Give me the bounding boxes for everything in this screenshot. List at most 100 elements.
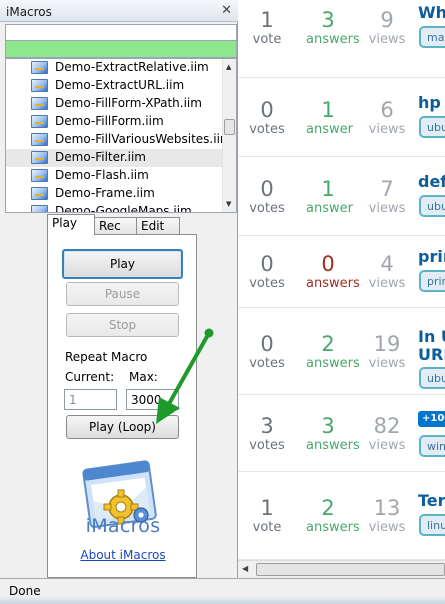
question-row[interactable]: 0votes0answers4viewsprinprin [238,236,445,308]
macro-file-name: Demo-FillForm-XPath.iim [55,96,202,110]
play-tab-page: Play Pause Stop Repeat Macro Current: Ma… [47,234,197,578]
macro-file-icon [31,205,48,212]
vote-stat-label: votes [249,355,285,371]
question-tag[interactable]: ubu [419,194,445,217]
macro-list-item[interactable]: Demo-ExtractURL.iim [6,77,224,95]
question-row[interactable]: 0votes2answers19viewsIn UURIubu [238,308,445,395]
question-title-link[interactable]: prin [418,247,445,266]
answer-stat-count: 0 [321,252,335,276]
macro-list-item[interactable]: Demo-FillForm.iim [6,113,224,131]
question-tag[interactable]: ubu [419,115,445,138]
question-row[interactable]: 1 vote 2 answers 13 views Ter linu [238,472,445,560]
vote-stat-label: votes [249,121,285,137]
macro-list-item[interactable]: Demo-Frame.iim [6,185,224,203]
view-stat: 6 views [365,98,409,138]
answer-stat-count: 1 [321,97,335,122]
pause-button[interactable]: Pause [66,282,179,306]
question-title-link[interactable]: Ter [418,491,445,510]
question-row[interactable]: 1vote3answers9viewsWhmac [238,0,445,78]
question-tag[interactable]: linu [419,514,445,536]
macro-list-item[interactable]: Demo-Filter.iim [6,149,224,167]
question-row[interactable]: 3votes3answers82views+100win [238,395,445,472]
macro-file-name: Demo-ExtractRelative.iim [55,60,209,74]
vote-stat: 3 votes [245,414,289,454]
answer-stat-label: answer [306,121,353,137]
macro-file-icon [31,151,48,164]
vote-stat-count: 1 [260,496,274,520]
vote-stat: 1 vote [245,496,289,536]
max-label: Max: [129,370,158,384]
macro-list-item[interactable]: Demo-FillVariousWebsites.iim [6,131,232,149]
vote-stat-count: 1 [260,8,274,32]
macro-file-icon [31,169,48,182]
question-tag[interactable]: win [419,434,445,457]
question-title-link-line2[interactable]: URI [418,345,445,364]
question-tag[interactable]: ubu [419,366,445,389]
vote-stat-count: 3 [260,413,274,438]
answer-stat: 2 answers [306,496,360,536]
question-row[interactable]: 0 votes 1 answer 7 views def ubu [238,157,445,236]
scroll-thumb[interactable] [224,119,235,135]
repeat-macro-heading: Repeat Macro [65,350,148,364]
view-stat: 4 views [365,252,409,292]
answer-stat: 3 answers [306,414,360,454]
app-window: iMacros ✕ Demo-ExtractRelative.iim Demo-E… [0,0,445,604]
horizontal-scroll-thumb[interactable] [256,563,445,576]
play-loop-button[interactable]: Play (Loop) [66,415,179,439]
view-stat-count: 4 [380,252,394,276]
vote-stat: 0 votes [245,332,289,372]
about-imacros-link[interactable]: About iMacros [68,548,178,562]
question-title-link[interactable]: hp [418,93,441,112]
tab-play[interactable]: Play [47,214,95,235]
answer-stat-label: answers [306,520,360,535]
question-title-link[interactable]: def [418,172,445,191]
tab-rec[interactable]: Rec [94,217,138,235]
view-stat-label: views [368,355,406,371]
view-stat: 9 views [365,8,409,48]
macro-info-field [5,24,237,41]
status-bar: Done [0,578,445,604]
imacros-logo-text: iMacros [85,515,161,537]
view-stat-count: 6 [380,97,394,122]
answer-stat-label: answers [306,355,360,371]
scroll-up-icon[interactable]: ▲ [226,63,231,71]
view-stat-count: 19 [373,331,401,356]
macro-file-name: Demo-Flash.iim [55,168,149,182]
view-stat-label: views [368,200,406,216]
vote-stat-label: votes [249,200,285,216]
play-button[interactable]: Play [62,249,183,279]
view-stat: 19 views [365,332,409,372]
imacros-sidebar: iMacros ✕ Demo-ExtractRelative.iim Demo-E… [0,0,238,578]
answer-stat: 1 answer [306,97,353,138]
macro-file-name: Demo-GoogleMaps.iim [55,204,192,213]
vote-stat: 0 votes [245,98,289,138]
question-list: 1vote3answers9viewsWhmac0votes1answer6vi… [238,0,445,578]
answer-stat-count: 2 [321,496,335,520]
question-title-link[interactable]: In U [418,327,445,346]
macro-list-item[interactable]: Demo-ExtractRelative.iim [6,59,224,77]
current-loop-field: 1 [64,389,117,410]
question-title-link[interactable]: Wh [418,3,445,22]
macro-list-scrollbar[interactable]: ▲ ▼ [222,59,236,212]
macro-list-item[interactable]: Demo-GoogleMaps.iim [6,203,224,213]
answer-stat-label: answers [306,437,360,453]
scroll-down-icon[interactable]: ▼ [226,200,231,208]
view-stat-label: views [368,276,406,291]
view-stat-label: views [368,437,406,453]
tab-edit[interactable]: Edit [136,217,180,235]
macro-list-item[interactable]: Demo-Flash.iim [6,167,224,185]
macro-file-name: Demo-FillVariousWebsites.iim [55,132,232,146]
question-tag[interactable]: mac [419,26,445,48]
bounty-badge: +100 [418,410,445,427]
max-loop-field[interactable]: 3000 [126,389,179,410]
question-row[interactable]: 0 votes 1 answer 6 views hp ubu [238,78,445,157]
macro-list-item[interactable]: Demo-FillForm-XPath.iim [6,95,224,113]
macro-list[interactable]: Demo-ExtractRelative.iim Demo-ExtractURL.… [5,58,237,213]
view-stat-count: 7 [380,176,394,201]
close-icon[interactable]: ✕ [221,3,232,18]
question-tag[interactable]: prin [419,270,445,292]
view-stat-label: views [368,121,406,137]
horizontal-scrollbar[interactable]: ◀ [238,560,445,578]
stop-button[interactable]: Stop [66,313,179,337]
scroll-left-icon[interactable]: ◀ [242,564,248,573]
